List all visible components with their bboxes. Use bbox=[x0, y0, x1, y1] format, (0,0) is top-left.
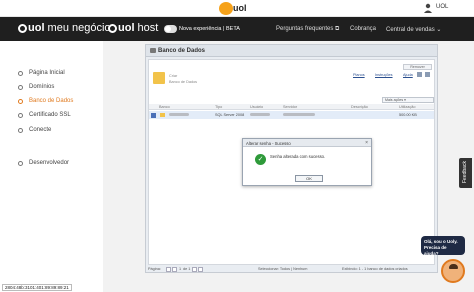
chat-bubble[interactable]: Olá, sou o Uoly. Precisa de ajuda? bbox=[421, 236, 465, 256]
uol-logo-icon[interactable] bbox=[219, 2, 233, 15]
database-label: Banco de Dados bbox=[169, 80, 198, 84]
database-icon bbox=[150, 48, 156, 53]
selection-label[interactable]: Seleccionar: Todos | Nenhum bbox=[258, 267, 307, 271]
dialog-message: Senha alterada com sucesso. bbox=[270, 154, 326, 159]
nav-sales[interactable]: Central de vendas ⌄ bbox=[386, 26, 441, 33]
ip-address-label: 2804:48b:3101:401:89:89:89:21 bbox=[2, 284, 72, 291]
checkmark-icon: ✓ bbox=[255, 154, 266, 165]
top-bar: uol UOL bbox=[0, 0, 474, 17]
first-page-button[interactable] bbox=[166, 267, 171, 272]
showing-label: Exibindo: 1 - 1 banco de dados criados bbox=[342, 267, 408, 271]
nav-billing[interactable]: Cobrança bbox=[350, 26, 376, 32]
instructions-link[interactable]: Instruções bbox=[375, 73, 393, 77]
ok-button[interactable]: OK bbox=[295, 175, 323, 182]
sidebar-item-developer[interactable]: Desenvolvedor bbox=[18, 160, 69, 166]
brand-bar: uol meu negócio uol host Nova experiênci… bbox=[0, 17, 474, 41]
dialog-title: Alterar senha - Sucesso bbox=[243, 139, 371, 147]
column-header[interactable]: Servidor bbox=[283, 105, 297, 109]
column-header[interactable]: Utilização bbox=[399, 105, 415, 109]
database-icon bbox=[18, 98, 23, 104]
column-header[interactable]: Usuário bbox=[250, 105, 263, 109]
column-header[interactable]: Tipo bbox=[215, 105, 222, 109]
plans-link[interactable]: Planos bbox=[353, 73, 365, 77]
user-menu-label[interactable]: UOL bbox=[436, 4, 448, 10]
create-label[interactable]: Criar bbox=[169, 74, 177, 78]
uol-host-brand[interactable]: uol host bbox=[118, 22, 158, 34]
folder-icon[interactable] bbox=[153, 72, 165, 84]
prev-page-button[interactable] bbox=[172, 267, 177, 272]
chat-avatar[interactable] bbox=[441, 259, 465, 283]
nav-faq[interactable]: Perguntas frequentes ⧉ bbox=[276, 26, 339, 33]
page-of-label: de 1 bbox=[183, 267, 191, 271]
user-icon[interactable] bbox=[423, 3, 433, 13]
more-actions-select[interactable]: Mais ações ▾ bbox=[382, 97, 434, 103]
page-number[interactable]: 1 bbox=[179, 267, 181, 271]
sidebar-item-ssl[interactable]: Certificado SSL bbox=[18, 112, 71, 118]
close-icon[interactable]: × bbox=[365, 140, 368, 146]
column-header[interactable]: Banco bbox=[159, 105, 170, 109]
new-experience-label: Nova experiência | BETA bbox=[179, 26, 240, 32]
folder-icon bbox=[160, 113, 165, 117]
help-link[interactable]: Ajuda bbox=[403, 73, 413, 77]
window-footer: Página: 1 de 1 Seleccionar: Todos | Nenh… bbox=[146, 266, 437, 273]
uol-logo-text[interactable]: uol bbox=[233, 3, 247, 13]
window-title: Banco de Dados bbox=[146, 45, 437, 57]
sidebar-item-domains[interactable]: Domínios bbox=[18, 84, 54, 90]
lock-icon bbox=[18, 112, 23, 118]
table-header: Banco Tipo Usuário Servidor Descrição Ut… bbox=[149, 104, 434, 110]
redacted-user bbox=[250, 113, 270, 117]
home-icon bbox=[18, 70, 23, 76]
remove-button[interactable]: Remover bbox=[403, 64, 432, 70]
chevron-down-icon: ⌄ bbox=[436, 27, 442, 33]
redacted-db-name bbox=[169, 113, 189, 117]
db-usage: 500.00 KB bbox=[399, 113, 417, 117]
settings-icon[interactable] bbox=[425, 72, 430, 77]
globe-icon bbox=[18, 84, 23, 90]
sidebar-item-database[interactable]: Banco de Dados bbox=[18, 98, 73, 104]
sidebar-item-home[interactable]: Página Inicial bbox=[18, 70, 65, 76]
meu-negocio-brand[interactable]: uol meu negócio bbox=[28, 22, 111, 34]
column-header[interactable]: Descrição bbox=[351, 105, 368, 109]
sidebar-item-connect[interactable]: Conecte bbox=[18, 127, 51, 133]
feedback-tab[interactable]: Feedback bbox=[459, 158, 472, 188]
link-icon bbox=[18, 127, 23, 133]
next-page-button[interactable] bbox=[192, 267, 197, 272]
mobile-icon bbox=[18, 160, 23, 166]
table-row[interactable]: SQL Server 2008 500.00 KB bbox=[149, 111, 434, 119]
host-logo-icon bbox=[108, 24, 117, 33]
redacted-server bbox=[283, 113, 315, 117]
sidebar: Página Inicial Domínios Banco de Dados C… bbox=[0, 41, 103, 292]
db-type: SQL Server 2008 bbox=[215, 113, 245, 117]
refresh-icon[interactable] bbox=[417, 72, 422, 77]
row-checkbox[interactable] bbox=[151, 113, 156, 118]
new-experience-toggle[interactable] bbox=[164, 25, 177, 33]
meu-negocio-logo-icon bbox=[18, 24, 27, 33]
password-success-dialog: Alterar senha - Sucesso × ✓ Senha altera… bbox=[242, 138, 372, 186]
last-page-button[interactable] bbox=[198, 267, 203, 272]
page-label: Página: bbox=[148, 267, 161, 271]
